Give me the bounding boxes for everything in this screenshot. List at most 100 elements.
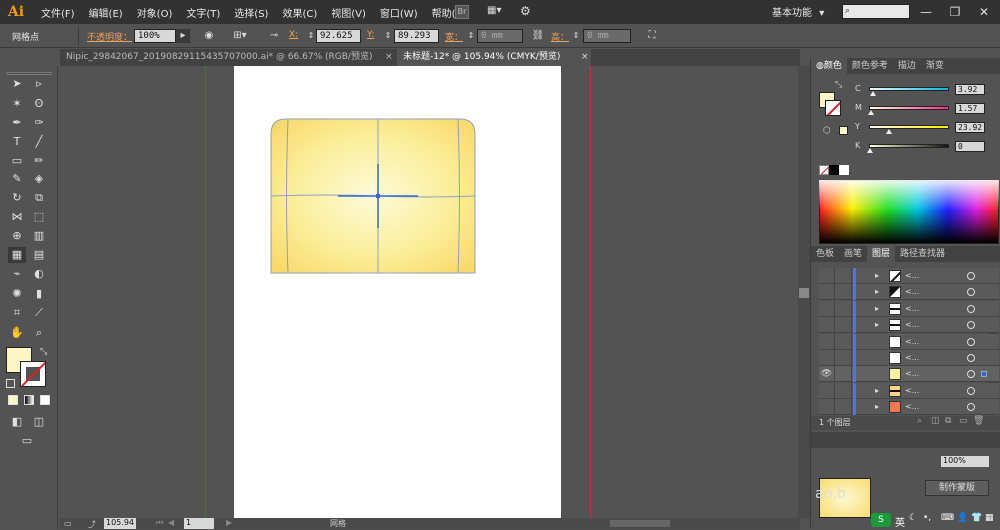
selection-indicator[interactable] [981,371,987,378]
layer-name[interactable]: <... [905,383,919,399]
zoom-field[interactable]: 105.94 [104,518,136,529]
layer-row[interactable]: ▸ <... [819,317,999,334]
color-mode-icon[interactable] [8,395,18,405]
clipping-mask-icon[interactable]: ◫ [931,416,940,426]
layer-name[interactable]: <... [905,268,919,284]
visibility-toggle[interactable] [819,317,835,334]
slider-knob[interactable] [868,110,875,115]
reference-point-icon[interactable]: ⊞▾ [233,29,247,43]
layer-name[interactable]: <... [905,284,919,300]
ime-keyboard-icon[interactable]: ⌨ [941,513,954,523]
tab-layers[interactable]: 图层 [867,246,896,262]
layer-row[interactable]: ▸ <... [819,268,999,284]
target-icon[interactable] [967,403,975,412]
lock-toggle[interactable] [836,317,852,334]
tab-swatches[interactable]: 色板 [811,246,839,262]
expand-arrow-icon[interactable]: ▸ [875,284,879,300]
anchor-convert-icon[interactable]: ⊸ [267,29,281,43]
type-tool-icon[interactable]: T [8,134,26,150]
channel-slider[interactable] [869,106,949,110]
white-swatch[interactable] [839,165,849,175]
direct-selection-tool-icon[interactable]: ▹ [30,76,48,92]
width-stepper-icon[interactable]: ⇕ [464,29,478,43]
recolor-icon[interactable]: ◉ [202,29,216,43]
menu-item[interactable]: 文件(F) [34,5,82,20]
channel-value-field[interactable]: 1.57 [955,103,985,114]
menu-item[interactable]: 文字(T) [179,5,227,20]
next-artboard-icon[interactable]: ▶ [226,518,232,527]
lock-toggle[interactable] [836,268,852,284]
width-tool-icon[interactable]: ⋈ [8,209,26,225]
gradient-tool-icon[interactable]: ▤ [30,247,48,263]
bridge-icon[interactable]: Br [455,5,469,19]
tab-color[interactable]: ◍颜色 [811,58,847,74]
hand-tool-icon[interactable]: ✋ [8,325,26,341]
lock-toggle[interactable] [836,333,852,350]
lock-toggle[interactable] [836,284,852,301]
ime-user-icon[interactable]: 👤 [957,513,968,523]
none-swatch[interactable] [819,165,829,175]
lock-toggle[interactable] [836,350,852,366]
shape-builder-tool-icon[interactable]: ⊕ [8,228,26,244]
mesh-object[interactable] [268,116,480,278]
ime-skin-icon[interactable]: 👕 [971,513,982,523]
panel-stroke-swatch[interactable] [825,100,841,116]
target-icon[interactable] [967,337,975,346]
tab-brushes[interactable]: 画笔 [839,246,867,262]
close-window-button[interactable]: ✕ [972,3,996,21]
visibility-toggle[interactable] [819,300,835,317]
target-icon[interactable] [967,386,975,395]
rectangle-tool-icon[interactable]: ▭ [8,153,26,169]
slice-tool-icon[interactable]: ⟋ [30,305,48,321]
rotate-tool-icon[interactable]: ↻ [8,190,26,206]
menu-item[interactable]: 视图(V) [324,5,373,20]
visibility-toggle[interactable] [819,333,835,350]
tab-color-guide[interactable]: 颜色参考 [847,58,893,74]
layer-name[interactable]: <... [905,366,919,382]
ime-moon-icon[interactable]: ☾ [909,513,917,523]
layer-row[interactable]: ▸ <... [819,382,999,399]
blend-tool-icon[interactable]: ◐ [30,266,48,282]
black-swatch[interactable] [829,165,839,175]
artboard-number-field[interactable]: 1 [184,518,214,529]
lasso-tool-icon[interactable]: ʘ [30,96,48,112]
paintbrush-tool-icon[interactable]: ✏ [30,153,48,169]
layer-name[interactable]: <... [905,301,919,317]
gamut-swatch[interactable] [839,126,848,135]
channel-value-field[interactable]: 23.92 [955,122,985,133]
export-icon[interactable]: ⤴ [88,519,96,530]
visibility-toggle[interactable] [819,284,835,301]
minimize-button[interactable]: — [914,3,938,21]
channel-value-field[interactable]: 0 [955,141,985,152]
perspective-grid-tool-icon[interactable]: ▥ [30,228,48,244]
eraser-tool-icon[interactable]: ◈ [30,171,48,187]
scale-tool-icon[interactable]: ⧉ [30,190,48,206]
opacity-field[interactable]: 100% [134,29,176,43]
curvature-tool-icon[interactable]: ✑ [30,115,48,131]
new-sublayer-icon[interactable]: ⧉ [945,416,951,426]
lock-toggle[interactable] [836,300,852,317]
width-field[interactable]: 0 mm [477,29,523,43]
horizontal-scrollbar[interactable] [610,520,670,527]
draw-inside-icon[interactable]: ◫ [30,414,48,430]
layer-row[interactable]: <... [819,333,999,350]
restore-button[interactable]: ❐ [943,3,967,21]
none-mode-icon[interactable] [40,395,50,405]
free-transform-tool-icon[interactable]: ⬚ [30,209,48,225]
pen-tool-icon[interactable]: ✒ [8,115,26,131]
expand-arrow-icon[interactable]: ▸ [875,268,879,284]
artboard-tool-icon[interactable]: ⌗ [8,305,26,321]
arrange-documents-icon[interactable]: ▦▾ [487,5,509,19]
canvas-area[interactable] [60,66,798,518]
x-field[interactable]: 92.625 [316,29,361,43]
zoom-tool-icon[interactable]: ⌕ [30,325,48,341]
gradient-mode-icon[interactable] [24,395,34,405]
pencil-tool-icon[interactable]: ✎ [8,171,26,187]
target-icon[interactable] [967,304,975,313]
visibility-toggle[interactable] [819,350,835,366]
magic-wand-tool-icon[interactable]: ✶ [8,96,26,112]
prev-artboard-icon[interactable]: ◀ [168,518,174,527]
stroke-swatch[interactable] [20,361,46,387]
layer-name[interactable]: <... [905,350,919,366]
toolbox-grip[interactable] [6,72,52,75]
